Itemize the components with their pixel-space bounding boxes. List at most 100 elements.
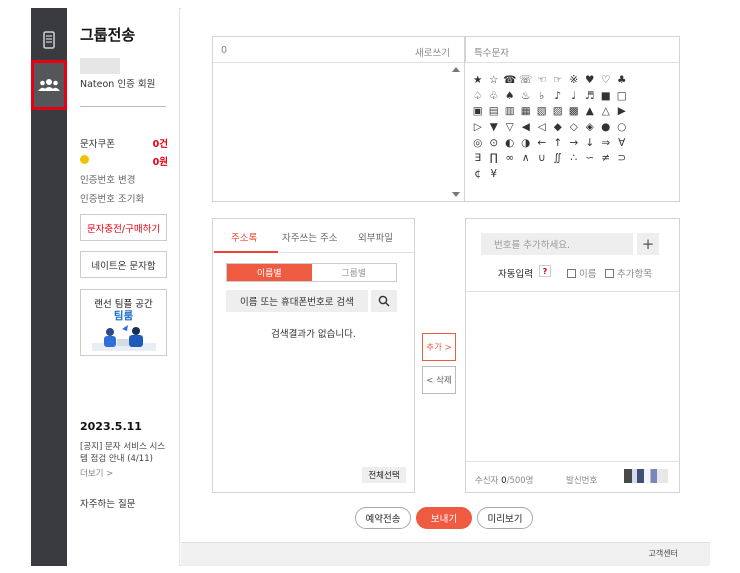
search-input[interactable]: 이름 또는 휴대폰번호로 검색 [226, 290, 368, 312]
special-char[interactable]: ♡ [598, 73, 614, 89]
special-char[interactable]: ◇ [566, 120, 582, 136]
special-char[interactable]: ∴ [566, 151, 582, 167]
tab-frequent[interactable]: 자주쓰는 주소 [282, 230, 337, 244]
reset-auth-link[interactable]: 인증번호 조기화 [80, 191, 144, 205]
special-char[interactable]: ∃ [470, 151, 486, 167]
divider [80, 106, 166, 107]
notice-more-link[interactable]: 더보기 > [80, 467, 113, 479]
special-char[interactable]: ▩ [566, 104, 582, 120]
special-char[interactable]: ▽ [502, 120, 518, 136]
search-button[interactable] [371, 290, 397, 312]
special-char[interactable]: ◆ [550, 120, 566, 136]
special-char[interactable]: ▨ [550, 104, 566, 120]
special-char[interactable]: ◁ [534, 120, 550, 136]
sort-by-group[interactable]: 그룹별 [312, 264, 397, 281]
special-char[interactable]: ○ [614, 120, 630, 136]
reserve-send-button[interactable]: 예약전송 [355, 507, 411, 529]
special-char[interactable]: ∬ [550, 151, 566, 167]
special-char[interactable]: ▲ [582, 104, 598, 120]
special-char[interactable]: ▧ [534, 104, 550, 120]
teamroom-banner[interactable]: 랜선 팀플 공간 팀룸 [80, 289, 167, 356]
special-char[interactable]: ♩ [566, 89, 582, 105]
phone-icon[interactable] [31, 22, 67, 58]
special-char[interactable]: ▣ [470, 104, 486, 120]
special-char[interactable]: ◐ [502, 136, 518, 152]
special-char[interactable]: ■ [598, 89, 614, 105]
special-char[interactable]: ⊃ [614, 151, 630, 167]
special-char[interactable]: ▦ [518, 104, 534, 120]
tab-external-file[interactable]: 외부파일 [358, 230, 393, 244]
special-char[interactable]: ⇒ [598, 136, 614, 152]
special-char[interactable]: ∏ [486, 151, 502, 167]
special-char[interactable]: □ [614, 89, 630, 105]
special-char[interactable]: ☆ [486, 73, 502, 89]
special-char[interactable]: ∧ [518, 151, 534, 167]
special-char[interactable]: ▤ [486, 104, 502, 120]
sender-number-label: 발신번호 [566, 476, 598, 486]
special-char[interactable]: ♨ [518, 89, 534, 105]
special-char[interactable]: ¢ [470, 167, 486, 183]
sender-number-blurred[interactable] [624, 469, 668, 483]
special-char[interactable]: ∪ [534, 151, 550, 167]
group-icon[interactable] [31, 60, 67, 110]
name-checkbox[interactable]: 이름 [567, 266, 596, 280]
special-char[interactable]: ▼ [486, 120, 502, 136]
notice-link[interactable]: [공지] 문자 서비스 시스템 점검 안내 (4/11) [80, 441, 172, 465]
special-char[interactable]: ♣ [614, 73, 630, 89]
special-char-header: 특수문자 [465, 37, 679, 63]
delete-button[interactable]: < 삭제 [422, 366, 456, 394]
special-char[interactable]: ▶ [614, 104, 630, 120]
special-char[interactable]: ♪ [550, 89, 566, 105]
special-char[interactable]: ↑ [550, 136, 566, 152]
special-char[interactable]: ▥ [502, 104, 518, 120]
special-char[interactable]: ∞ [502, 151, 518, 167]
special-char[interactable]: ★ [470, 73, 486, 89]
special-char[interactable]: → [566, 136, 582, 152]
special-char[interactable]: ☜ [534, 73, 550, 89]
help-icon[interactable]: ? [539, 265, 551, 277]
number-input[interactable]: 번호를 추가하세요. [481, 233, 633, 255]
special-char[interactable]: ※ [566, 73, 582, 89]
extra-checkbox[interactable]: 추가항목 [605, 266, 652, 280]
help-center-link[interactable]: 고객센터 [649, 548, 678, 559]
sort-by-name[interactable]: 이름별 [227, 264, 312, 281]
special-char[interactable]: ♬ [582, 89, 598, 105]
special-char[interactable]: ☞ [550, 73, 566, 89]
charge-button[interactable]: 문자충전/구매하기 [80, 214, 167, 241]
special-char[interactable]: ☏ [518, 73, 534, 89]
scroll-down-arrow[interactable] [452, 192, 460, 197]
special-char[interactable]: ← [534, 136, 550, 152]
add-number-button[interactable]: + [637, 233, 659, 255]
special-char[interactable]: ¥ [486, 167, 502, 183]
add-button[interactable]: 추가 > [422, 333, 456, 361]
preview-button[interactable]: 미리보기 [477, 507, 533, 529]
tab-addressbook[interactable]: 주소록 [231, 230, 257, 244]
message-editor[interactable]: 0 새로쓰기 [212, 36, 465, 202]
scroll-up-arrow[interactable] [452, 67, 460, 72]
special-char[interactable]: ↓ [582, 136, 598, 152]
select-all-button[interactable]: 전체선택 [362, 467, 406, 483]
special-char[interactable]: ▷ [470, 120, 486, 136]
faq-link[interactable]: 자주하는 질문 [80, 496, 135, 510]
nateon-message-button[interactable]: 네이트온 문자함 [80, 251, 167, 278]
change-auth-link[interactable]: 인증번호 변경 [80, 172, 135, 186]
special-char[interactable]: ◀ [518, 120, 534, 136]
special-char[interactable]: ♧ [486, 89, 502, 105]
special-char[interactable]: ☎ [502, 73, 518, 89]
checkbox-box [567, 268, 576, 278]
special-char[interactable]: ♠ [502, 89, 518, 105]
special-char[interactable]: △ [598, 104, 614, 120]
special-char[interactable]: ● [598, 120, 614, 136]
send-button[interactable]: 보내기 [416, 507, 472, 529]
rewrite-button[interactable]: 새로쓰기 [415, 45, 450, 59]
special-char[interactable]: ♭ [534, 89, 550, 105]
special-char[interactable]: ⊙ [486, 136, 502, 152]
special-char[interactable]: ◎ [470, 136, 486, 152]
special-char[interactable]: ∀ [614, 136, 630, 152]
special-char[interactable]: ♤ [470, 89, 486, 105]
special-char[interactable]: ◈ [582, 120, 598, 136]
special-char[interactable]: ♥ [582, 73, 598, 89]
special-char[interactable]: ◑ [518, 136, 534, 152]
special-char[interactable]: ≠ [598, 151, 614, 167]
special-char[interactable]: ∽ [582, 151, 598, 167]
